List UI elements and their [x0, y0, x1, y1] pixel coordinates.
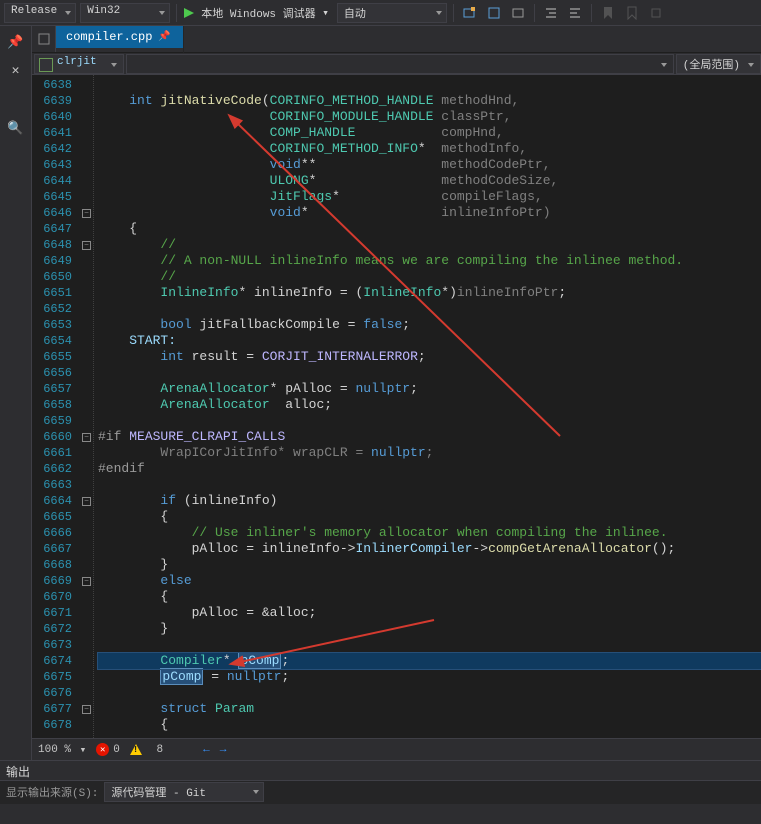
editor-region: compiler.cpp📌ee_il_dll.cppee_il_dll.hppc…: [32, 26, 761, 760]
output-source-dropdown[interactable]: 源代码管理 - Git: [104, 782, 264, 802]
platform-dropdown[interactable]: Win32: [80, 3, 170, 23]
config-dropdown[interactable]: Release: [4, 3, 76, 23]
toolbar-btn-end[interactable]: [646, 3, 666, 23]
code-editor[interactable]: 6638663966406641664266436644664566466647…: [32, 75, 761, 738]
output-source-label: 显示输出来源(S):: [6, 784, 98, 800]
tab-compiler-cpp[interactable]: compiler.cpp 📌: [56, 26, 184, 48]
auto-dropdown[interactable]: 自动: [337, 3, 447, 23]
warning-value: 8: [156, 744, 163, 756]
nav-back-icon[interactable]: ←: [203, 744, 210, 756]
tab-label: compiler.cpp: [66, 30, 152, 44]
project-selector[interactable]: clrjit: [34, 54, 124, 74]
bookmark-icon[interactable]: [598, 3, 618, 23]
toolbar-btn-2[interactable]: [484, 3, 504, 23]
output-title: 输出: [0, 761, 761, 781]
scope-selector[interactable]: (全局范围): [676, 54, 761, 74]
line-gutter: 6638663966406641664266436644664566466647…: [32, 75, 80, 738]
indent-right-icon[interactable]: [565, 3, 585, 23]
main-toolbar: Release Win32 本地 Windows 调试器 ▾ 自动: [0, 0, 761, 26]
debugger-label: 本地 Windows 调试器: [201, 5, 315, 21]
pin-icon[interactable]: 📌: [6, 32, 26, 52]
bookmark-nav-icon[interactable]: [622, 3, 642, 23]
zoom-control[interactable]: 100 % ▾: [38, 743, 86, 757]
code-content[interactable]: int jitNativeCode(CORINFO_METHOD_HANDLE …: [94, 75, 761, 738]
toolbar-separator: [176, 4, 177, 22]
close-icon[interactable]: ✕: [6, 60, 26, 80]
toolbar-separator: [453, 4, 454, 22]
play-icon[interactable]: [183, 7, 195, 19]
search-icon[interactable]: 🔍: [6, 118, 26, 138]
toolbar-btn-3[interactable]: [508, 3, 528, 23]
tab-leading-icon[interactable]: [32, 26, 56, 52]
warning-icon: !: [130, 744, 142, 755]
tab-bar: compiler.cpp📌ee_il_dll.cppee_il_dll.hppc…: [32, 26, 761, 53]
editor-status-bar: 100 % ▾ ✕0 ! 8 ← →: [32, 738, 761, 760]
toolbar-btn-1[interactable]: [460, 3, 480, 23]
nav-middle-combo[interactable]: [126, 54, 674, 74]
pin-icon: 📌: [158, 31, 170, 43]
activity-bar: 📌 ✕ 🔍: [0, 26, 32, 760]
toolbar-separator: [591, 4, 592, 22]
nav-bar: clrjit (全局范围): [32, 53, 761, 75]
nav-fwd-icon[interactable]: →: [220, 744, 227, 756]
indent-left-icon[interactable]: [541, 3, 561, 23]
error-count[interactable]: ✕0: [96, 743, 120, 756]
warning-count[interactable]: ! 8: [130, 744, 163, 756]
toolbar-separator: [534, 4, 535, 22]
error-value: 0: [113, 744, 120, 756]
error-icon: ✕: [96, 743, 109, 756]
fold-column[interactable]: −−−−−−: [80, 75, 94, 738]
output-panel: 输出 显示输出来源(S): 源代码管理 - Git: [0, 760, 761, 804]
zoom-value: 100 %: [38, 744, 71, 756]
debugger-button[interactable]: 本地 Windows 调试器 ▾: [199, 5, 333, 21]
